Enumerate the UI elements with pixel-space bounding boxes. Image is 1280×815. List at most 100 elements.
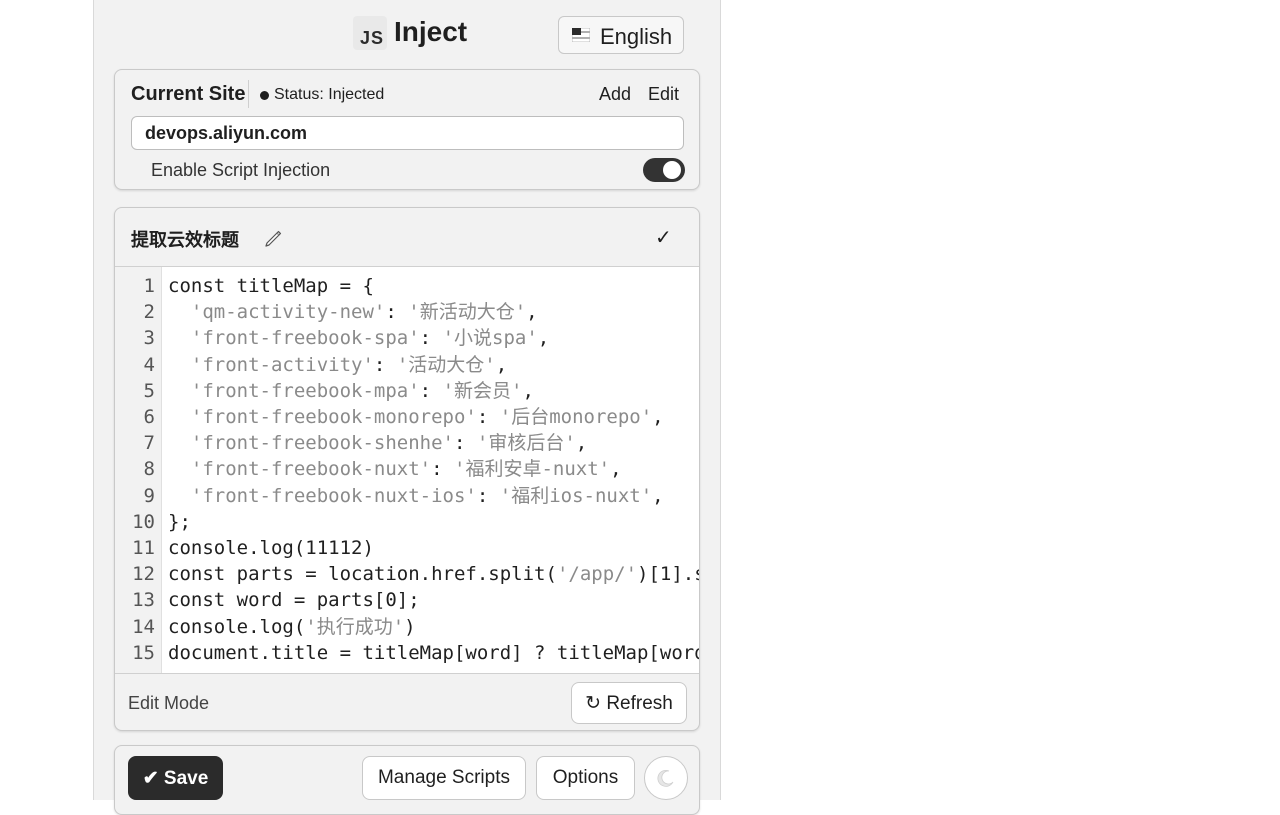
code-string: '新会员' xyxy=(442,379,523,402)
code-text: 'front-freebook-nuxt-ios': '福利ios-nuxt', xyxy=(168,483,664,509)
code-string: '后台monorepo' xyxy=(499,406,653,428)
refresh-button[interactable]: ↻ Refresh xyxy=(571,682,687,724)
code-token: : xyxy=(419,379,443,402)
code-text: console.log(11112) xyxy=(168,535,374,561)
code-line[interactable]: 2 'qm-activity-new': '新活动大仓', xyxy=(115,299,699,325)
code-line[interactable]: 6 'front-freebook-monorepo': '后台monorepo… xyxy=(115,404,699,430)
code-string: '小说spa' xyxy=(442,327,538,350)
code-token: , xyxy=(522,379,534,402)
line-number: 15 xyxy=(132,641,155,664)
code-token: : xyxy=(476,484,500,507)
code-line[interactable]: 12 const parts = location.href.split('/ap… xyxy=(115,561,699,587)
code-line[interactable]: 9 'front-freebook-nuxt-ios': '福利ios-nuxt… xyxy=(115,483,699,509)
code-line[interactable]: 3 'front-freebook-spa': '小说spa', xyxy=(115,325,699,351)
script-header: 提取云效标题 ✓ xyxy=(115,208,699,267)
theme-toggle-button[interactable] xyxy=(644,756,688,800)
code-text: const titleMap = { xyxy=(168,273,374,299)
code-string: 'front-freebook-mpa' xyxy=(190,379,420,402)
divider xyxy=(248,80,249,108)
script-name: 提取云效标题 xyxy=(131,230,239,250)
add-site-button[interactable]: Add xyxy=(599,84,631,105)
code-text: 'qm-activity-new': '新活动大仓', xyxy=(168,299,538,325)
pencil-icon[interactable] xyxy=(262,226,284,248)
code-line[interactable]: 10}; xyxy=(115,509,699,535)
code-text: 'front-freebook-spa': '小说spa', xyxy=(168,325,549,351)
code-string: '福利安卓-nuxt' xyxy=(454,458,611,481)
code-token: : xyxy=(385,301,409,324)
code-string: '审核后台' xyxy=(476,432,576,455)
script-card: 提取云效标题 ✓ 1 const titleMap = {2 'qm-activi… xyxy=(114,207,700,731)
js-logo-icon: JS xyxy=(353,16,387,50)
code-token: document.title = titleMap[word] ? titleM… xyxy=(168,641,699,664)
line-number: 11 xyxy=(132,537,155,559)
line-number: 1 xyxy=(143,275,155,297)
enable-injection-label: Enable Script Injection xyxy=(151,160,331,180)
code-string: 'qm-activity-new' xyxy=(190,301,386,324)
options-button[interactable]: Options xyxy=(536,756,635,800)
edit-mode-label: Edit Mode xyxy=(128,693,210,713)
check-icon[interactable]: ✓ xyxy=(655,225,672,250)
code-string: '活动大仓' xyxy=(396,353,496,376)
code-text: }; xyxy=(168,509,191,535)
code-text: document.title = titleMap[word] ? titleM… xyxy=(168,640,699,666)
flag-icon xyxy=(572,28,590,42)
code-token: const titleMap = { xyxy=(168,275,374,297)
injection-status: Status: Injected xyxy=(274,86,385,103)
enable-injection-toggle[interactable] xyxy=(643,158,685,182)
code-line[interactable]: 7 'front-freebook-shenhe': '审核后台', xyxy=(115,430,699,456)
status-dot-icon xyxy=(260,91,269,100)
code-token: }; xyxy=(168,510,191,533)
code-line[interactable]: 8 'front-freebook-nuxt': '福利安卓-nuxt', xyxy=(115,456,699,482)
line-number: 6 xyxy=(143,406,155,428)
code-line[interactable]: 15 document.title = titleMap[word] ? titl… xyxy=(115,640,699,666)
app-title: Inject xyxy=(394,16,468,47)
code-token: : xyxy=(476,406,500,428)
edit-site-button[interactable]: Edit xyxy=(648,84,679,105)
code-token: , xyxy=(575,432,588,455)
code-text: const parts = location.href.split('/app/… xyxy=(168,561,699,587)
action-bar: ✔ Save Manage Scripts Options xyxy=(114,745,700,815)
current-site-heading: Current Site xyxy=(131,83,246,105)
code-text: 'front-freebook-shenhe': '审核后台', xyxy=(168,430,587,456)
current-site-card: Current Site Status: Injected Add Edit E… xyxy=(114,69,700,190)
code-line[interactable]: 11 console.log(11112) xyxy=(115,535,699,561)
code-string: '执行成功' xyxy=(305,615,405,638)
language-button[interactable]: English xyxy=(558,16,684,54)
code-string: '福利ios-nuxt' xyxy=(499,484,653,507)
line-number: 14 xyxy=(132,615,155,638)
code-text: 'front-freebook-monorepo': '后台monorepo', xyxy=(168,404,664,430)
code-token: , xyxy=(495,353,508,376)
code-string: 'front-activity' xyxy=(190,353,374,376)
code-text: 'front-activity': '活动大仓', xyxy=(168,352,507,378)
code-line[interactable]: 1 const titleMap = { xyxy=(115,273,699,299)
code-editor[interactable]: 1 const titleMap = {2 'qm-activity-new': … xyxy=(115,267,699,674)
line-number: 13 xyxy=(132,589,155,612)
line-number: 3 xyxy=(143,327,155,350)
code-line[interactable]: 14 console.log('执行成功') xyxy=(115,614,699,640)
save-button[interactable]: ✔ Save xyxy=(128,756,223,800)
code-token: , xyxy=(537,327,550,350)
code-string: '新活动大仓' xyxy=(408,301,527,324)
logo-text: JS xyxy=(360,28,385,48)
code-token: , xyxy=(610,458,622,481)
manage-scripts-button[interactable]: Manage Scripts xyxy=(362,756,526,800)
code-token: )[1].sp xyxy=(637,563,699,586)
line-number: 9 xyxy=(143,484,155,507)
code-line[interactable]: 4 'front-activity': '活动大仓', xyxy=(115,352,699,378)
code-token: : xyxy=(373,353,397,376)
code-text: const word = parts[0]; xyxy=(168,587,420,613)
line-number: 12 xyxy=(132,563,155,586)
code-token: , xyxy=(652,406,664,428)
code-line[interactable]: 13 const word = parts[0]; xyxy=(115,587,699,613)
site-domain-input[interactable] xyxy=(131,116,684,150)
code-string: 'front-freebook-nuxt' xyxy=(190,458,432,481)
toggle-knob xyxy=(663,161,681,179)
code-line[interactable]: 5 'front-freebook-mpa': '新会员', xyxy=(115,378,699,404)
